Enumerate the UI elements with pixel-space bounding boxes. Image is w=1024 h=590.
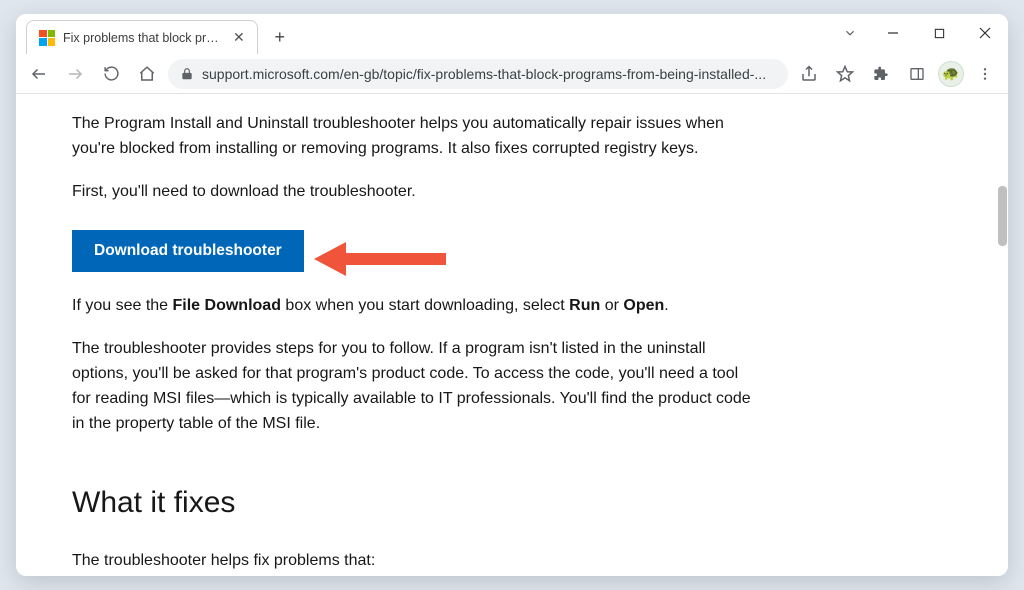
lock-icon bbox=[180, 67, 194, 81]
browser-tab[interactable]: Fix problems that block program ✕ bbox=[26, 20, 258, 54]
window-maximize-button[interactable] bbox=[916, 14, 962, 52]
address-bar-url: support.microsoft.com/en-gb/topic/fix-pr… bbox=[202, 66, 776, 82]
home-button[interactable] bbox=[132, 59, 162, 89]
tab-title: Fix problems that block program bbox=[63, 31, 223, 45]
browser-window: Fix problems that block program ✕ + bbox=[16, 14, 1008, 576]
troubleshooter-details-paragraph: The troubleshooter provides steps for yo… bbox=[72, 337, 752, 436]
window-controls bbox=[830, 14, 1008, 52]
side-panel-icon[interactable] bbox=[902, 59, 932, 89]
intro-paragraph-1: The Program Install and Uninstall troubl… bbox=[72, 112, 752, 162]
bookmark-star-icon[interactable] bbox=[830, 59, 860, 89]
file-download-paragraph: If you see the File Download box when yo… bbox=[72, 294, 752, 319]
share-icon[interactable] bbox=[794, 59, 824, 89]
microsoft-favicon-icon bbox=[39, 30, 55, 46]
article-content: The Program Install and Uninstall troubl… bbox=[16, 94, 1008, 576]
window-close-button[interactable] bbox=[962, 14, 1008, 52]
title-bar: Fix problems that block program ✕ + bbox=[16, 14, 1008, 54]
extensions-icon[interactable] bbox=[866, 59, 896, 89]
forward-button bbox=[60, 59, 90, 89]
fixes-intro-paragraph: The troubleshooter helps fix problems th… bbox=[72, 549, 752, 574]
avatar-icon: 🐢 bbox=[942, 65, 959, 82]
new-tab-button[interactable]: + bbox=[266, 23, 294, 51]
download-troubleshooter-button[interactable]: Download troubleshooter bbox=[72, 230, 304, 272]
kebab-menu-icon[interactable] bbox=[970, 59, 1000, 89]
back-button[interactable] bbox=[24, 59, 54, 89]
chevron-down-icon[interactable] bbox=[830, 14, 870, 52]
reload-button[interactable] bbox=[96, 59, 126, 89]
address-bar[interactable]: support.microsoft.com/en-gb/topic/fix-pr… bbox=[168, 59, 788, 89]
browser-toolbar: support.microsoft.com/en-gb/topic/fix-pr… bbox=[16, 54, 1008, 94]
page-viewport: The Program Install and Uninstall troubl… bbox=[16, 94, 1008, 576]
tab-strip: Fix problems that block program ✕ + bbox=[16, 14, 294, 54]
intro-paragraph-2: First, you'll need to download the troub… bbox=[72, 180, 752, 205]
page-scroll-area[interactable]: The Program Install and Uninstall troubl… bbox=[16, 94, 1008, 576]
what-it-fixes-heading: What it fixes bbox=[72, 480, 888, 527]
profile-avatar[interactable]: 🐢 bbox=[938, 61, 964, 87]
window-minimize-button[interactable] bbox=[870, 14, 916, 52]
tab-close-icon[interactable]: ✕ bbox=[231, 27, 247, 48]
scrollbar-thumb[interactable] bbox=[998, 186, 1007, 246]
